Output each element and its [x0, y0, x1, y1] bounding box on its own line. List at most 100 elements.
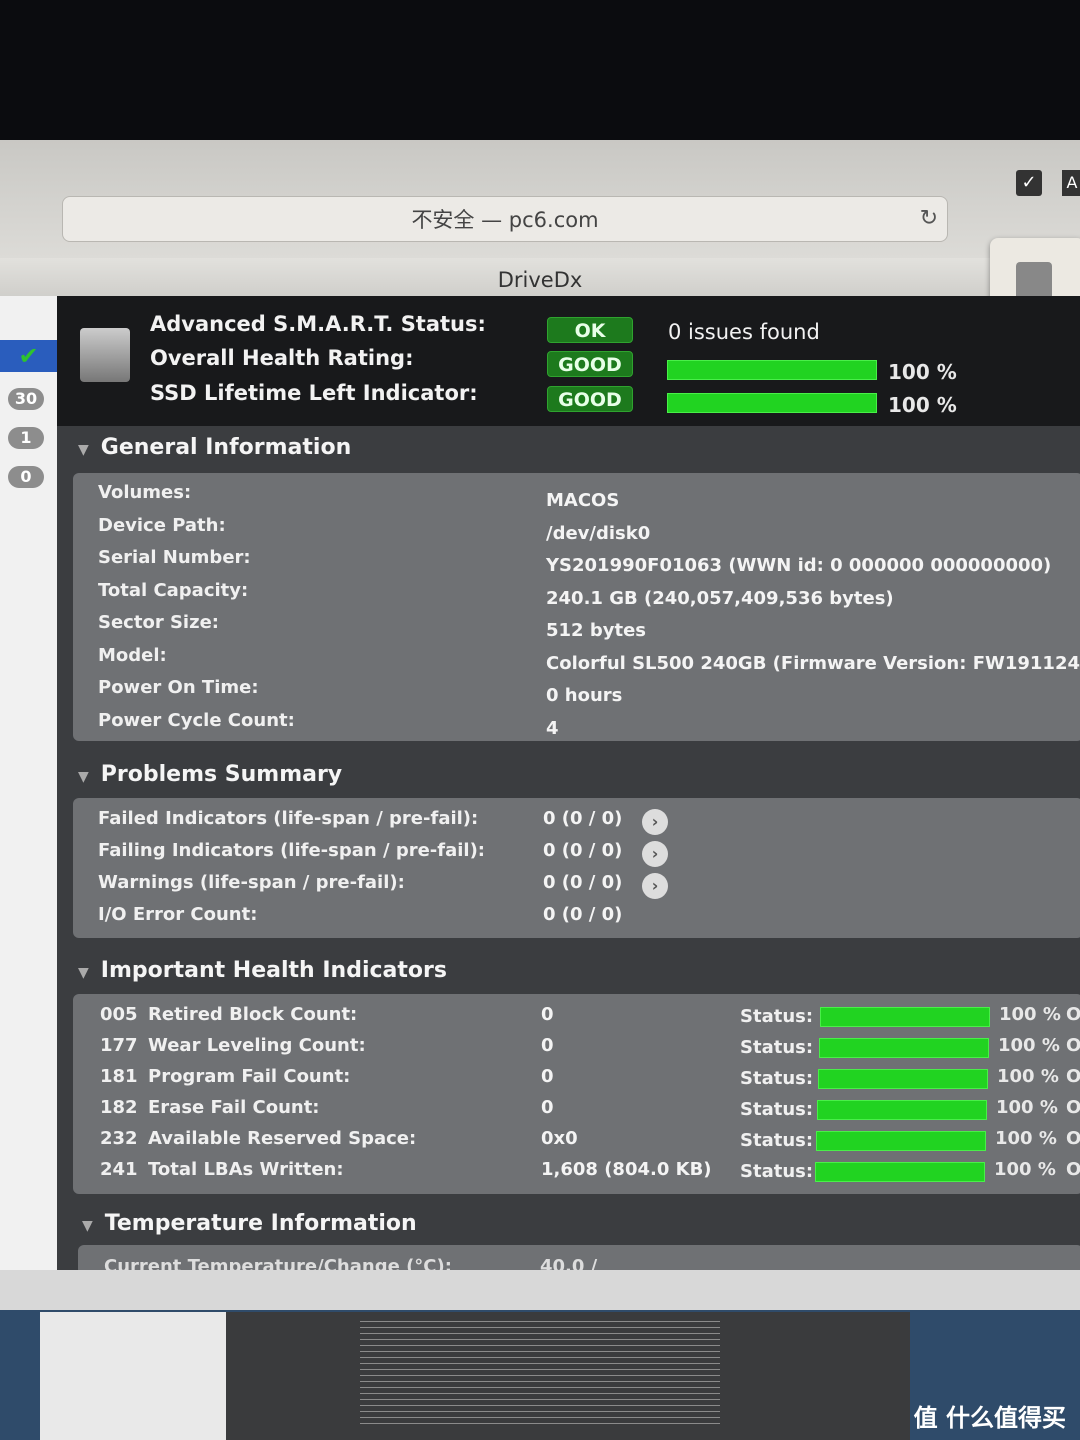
status-percent: 100 %: [997, 1066, 1059, 1087]
address-bar[interactable]: 不安全 — pc6.com: [62, 196, 948, 242]
info-value: MACOS: [546, 490, 620, 511]
disclosure-triangle-icon[interactable]: ▼: [78, 442, 89, 458]
status-bar: [815, 1162, 985, 1182]
status-text: O: [1066, 1066, 1080, 1087]
problem-value: 0 (0 / 0): [543, 840, 623, 861]
disclosure-triangle-icon[interactable]: ▼: [78, 769, 89, 785]
status-label: Status:: [740, 1099, 814, 1120]
attribute-name: Retired Block Count:: [148, 1004, 358, 1025]
info-value: 240.1 GB (240,057,409,536 bytes): [546, 587, 894, 609]
attribute-value: 0: [541, 1035, 554, 1056]
status-percent: 100 %: [995, 1128, 1057, 1149]
attribute-name: Erase Fail Count:: [148, 1097, 320, 1118]
status-text: O: [1066, 1159, 1080, 1180]
status-text: O: [1066, 1097, 1080, 1118]
status-label: Status:: [740, 1037, 814, 1058]
background-text-block: [360, 1316, 720, 1426]
details-arrow-icon[interactable]: ›: [642, 873, 668, 899]
health-rating-bar: [667, 360, 877, 380]
info-label: Serial Number:: [98, 547, 251, 568]
attribute-name: Available Reserved Space:: [148, 1128, 417, 1149]
problem-label: Warnings (life-span / pre-fail):: [98, 872, 405, 893]
watermark-logo: 值 什么值得买: [913, 1404, 1066, 1432]
details-arrow-icon[interactable]: ›: [642, 809, 668, 835]
attribute-name: Program Fail Count:: [148, 1066, 351, 1087]
drive-icon: [80, 328, 130, 382]
lifetime-percent: 100 %: [888, 393, 957, 417]
info-label: Device Path:: [98, 514, 226, 536]
status-label: Status:: [740, 1006, 814, 1027]
disclosure-triangle-icon[interactable]: ▼: [82, 1218, 93, 1234]
status-text: O: [1066, 1128, 1080, 1149]
attribute-value: 0: [541, 1097, 554, 1118]
problem-label: Failed Indicators (life-span / pre-fail)…: [98, 808, 479, 829]
health-rating-badge: GOOD: [547, 351, 633, 377]
attribute-value: 0: [541, 1004, 554, 1025]
attribute-id: 241: [100, 1159, 138, 1180]
info-value: Colorful SL500 240GB (Firmware Version: …: [546, 652, 1080, 674]
problem-value: 0 (0 / 0): [543, 872, 623, 893]
info-value: 512 bytes: [546, 620, 646, 641]
checkbox-extension-icon[interactable]: ✓: [1016, 170, 1042, 196]
sidebar-selected-drive[interactable]: ✔: [0, 340, 57, 372]
smart-status-label: Advanced S.M.A.R.T. Status:: [150, 312, 486, 336]
status-bar: [819, 1038, 989, 1058]
status-bar: [820, 1007, 990, 1027]
attribute-name: Wear Leveling Count:: [148, 1035, 366, 1056]
attribute-name: Total LBAs Written:: [148, 1159, 344, 1180]
reload-icon[interactable]: ↻: [920, 206, 938, 231]
sidebar-badge: 0: [8, 466, 44, 488]
disclosure-triangle-icon[interactable]: ▼: [78, 965, 89, 981]
info-value: /dev/disk0: [546, 522, 651, 544]
status-text: O: [1066, 1004, 1080, 1025]
window-bottom-edge: [0, 1270, 1080, 1312]
status-bar: [816, 1131, 986, 1151]
smart-status-badge: OK: [547, 317, 633, 343]
status-text: O: [1066, 1035, 1080, 1056]
problem-label: I/O Error Count:: [98, 904, 258, 925]
window-title: DriveDx: [0, 258, 1080, 298]
attribute-id: 005: [100, 1004, 138, 1025]
attribute-id: 177: [100, 1035, 138, 1056]
lifetime-badge: GOOD: [547, 386, 633, 412]
info-label: Power On Time:: [98, 677, 259, 698]
info-label: Model:: [98, 644, 167, 666]
status-percent: 100 %: [996, 1097, 1058, 1118]
status-bar: [818, 1069, 988, 1089]
health-rating-label: Overall Health Rating:: [150, 346, 414, 370]
extension-icon[interactable]: A: [1062, 170, 1080, 196]
section-title: Temperature Information: [104, 1211, 417, 1236]
attribute-value: 0: [541, 1066, 554, 1087]
attribute-id: 181: [100, 1066, 138, 1087]
section-title: General Information: [100, 435, 352, 460]
section-title: Problems Summary: [100, 762, 343, 787]
info-label: Sector Size:: [98, 612, 219, 633]
sidebar-badge: 30: [8, 388, 44, 410]
attribute-value: 0x0: [541, 1128, 578, 1149]
background-window: [40, 1312, 910, 1440]
problem-value: 0 (0 / 0): [543, 808, 623, 829]
lifetime-bar: [667, 393, 877, 413]
issues-text: 0 issues found: [668, 320, 820, 344]
temperature-header[interactable]: ▼ Temperature Information: [82, 1211, 417, 1236]
problem-value: 0 (0 / 0): [543, 904, 623, 925]
health-rating-percent: 100 %: [888, 360, 957, 384]
health-indicators-header[interactable]: ▼ Important Health Indicators: [78, 958, 447, 983]
info-label: Total Capacity:: [98, 579, 249, 601]
attribute-id: 182: [100, 1097, 138, 1118]
section-title: Important Health Indicators: [100, 958, 447, 983]
status-label: Status:: [740, 1161, 814, 1182]
background-sidebar: [40, 1312, 226, 1440]
problem-label: Failing Indicators (life-span / pre-fail…: [98, 840, 485, 861]
details-arrow-icon[interactable]: ›: [642, 841, 668, 867]
info-value: 0 hours: [546, 685, 623, 706]
attribute-value: 1,608 (804.0 KB): [541, 1159, 712, 1180]
sidebar-badge: 1: [8, 427, 44, 449]
info-value: YS201990F01063 (WWN id: 0 000000 0000000…: [546, 555, 1052, 576]
general-info-header[interactable]: ▼ General Information: [78, 435, 351, 460]
attribute-id: 232: [100, 1128, 138, 1149]
status-bar: [817, 1100, 987, 1120]
status-label: Status:: [740, 1130, 814, 1151]
status-percent: 100 %: [999, 1004, 1061, 1025]
problems-summary-header[interactable]: ▼ Problems Summary: [78, 762, 342, 787]
